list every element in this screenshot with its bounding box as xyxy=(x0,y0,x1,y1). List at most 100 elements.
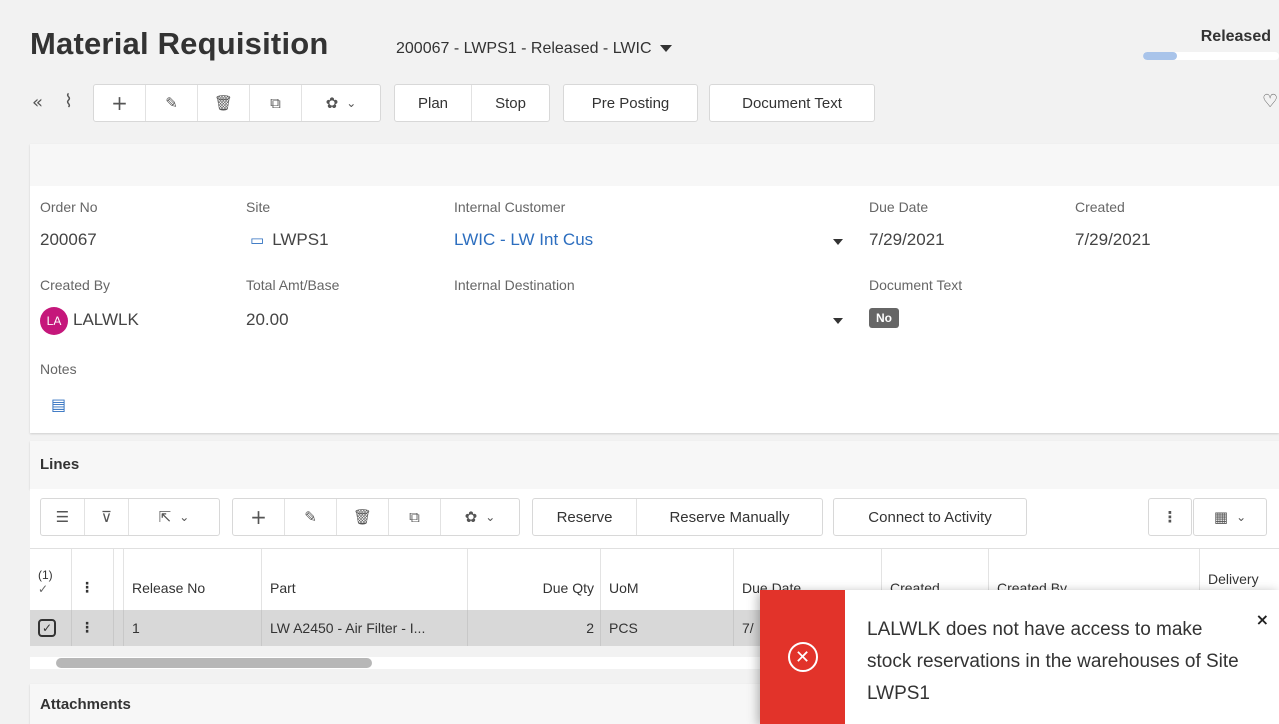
header-release-no[interactable]: Release No xyxy=(124,549,262,610)
lines-header: Lines xyxy=(30,441,1279,489)
plan-stop-group: Plan Stop xyxy=(394,84,550,122)
record-selector-label: 200067 - LWPS1 - Released - LWIC xyxy=(396,40,652,57)
toast-icon-strip: ✕ xyxy=(760,590,845,724)
ribbon-icon: ✿ xyxy=(325,94,339,112)
stop-button[interactable]: Stop xyxy=(472,85,549,121)
record-selector[interactable]: 200067 - LWPS1 - Released - LWIC xyxy=(396,40,672,58)
scrollbar-thumb[interactable] xyxy=(56,658,372,668)
status-progress-bar xyxy=(1143,52,1279,60)
created-label: Created xyxy=(1075,199,1125,215)
list-icon: ☰ xyxy=(55,508,70,526)
add-line-button[interactable]: + xyxy=(233,499,285,535)
selected-count: (1) xyxy=(38,568,53,582)
cell-due-qty: 2 xyxy=(468,610,601,646)
created-by-value: LALWLK xyxy=(73,310,139,329)
select-all-column[interactable]: (1) ✓ xyxy=(30,549,72,610)
duplicate-line-button[interactable]: ⧉ xyxy=(389,499,441,535)
heart-icon[interactable]: ♡ xyxy=(1262,91,1278,112)
filter-button[interactable]: ⊽ xyxy=(85,499,129,535)
more-options-button[interactable]: ⋮ xyxy=(1149,499,1191,535)
internal-customer-label: Internal Customer xyxy=(454,199,566,215)
record-actions-group: + ✎ 🗑 ⧉ ✿ ⌄ xyxy=(93,84,381,122)
error-toast: ✕ LALWLK does not have access to make st… xyxy=(760,590,1279,724)
more-actions-dropdown[interactable]: ✿ ⌄ xyxy=(302,85,380,121)
table-icon: ▦ xyxy=(1213,508,1229,526)
header-form-card: Order No 200067 Site ▭ LWPS1 Internal Cus… xyxy=(30,144,1279,433)
reserve-manually-button[interactable]: Reserve Manually xyxy=(637,499,822,535)
internal-customer-dropdown-icon[interactable] xyxy=(833,239,843,245)
delete-line-button[interactable]: 🗑 xyxy=(337,499,389,535)
created-value: 7/29/2021 xyxy=(1075,230,1151,249)
cell-part-link[interactable]: LW A2450 - Air Filter - I... xyxy=(262,610,468,646)
internal-customer-link[interactable]: LWIC - LW Int Cus xyxy=(454,230,593,250)
cell-uom-link[interactable]: PCS xyxy=(601,610,734,646)
chevron-down-icon: ⌄ xyxy=(179,510,190,524)
card-header-strip xyxy=(30,144,1279,186)
document-text-button[interactable]: Document Text xyxy=(710,85,874,121)
row-separator xyxy=(114,610,124,646)
edit-button[interactable]: ✎ xyxy=(146,85,198,121)
kebab-icon: ⋮ xyxy=(80,620,94,636)
order-no-label: Order No xyxy=(40,199,98,215)
paperclip-icon[interactable]: ⌇ xyxy=(64,91,73,112)
duplicate-button[interactable]: ⧉ xyxy=(250,85,302,121)
header-uom[interactable]: UoM xyxy=(601,549,734,610)
row-checkbox-cell[interactable]: ✓ xyxy=(30,610,72,646)
grid-settings-group: ▦ ⌄ xyxy=(1193,498,1267,536)
export-dropdown[interactable]: ⇱ ⌄ xyxy=(129,499,219,535)
page-header: Material Requisition 200067 - LWPS1 - Re… xyxy=(0,0,1279,136)
filter-icon: ⊽ xyxy=(101,508,112,526)
order-no-value: 200067 xyxy=(40,230,97,249)
reserve-group: Reserve Reserve Manually xyxy=(532,498,823,536)
due-date-label: Due Date xyxy=(869,199,929,215)
header-part[interactable]: Part xyxy=(262,549,468,610)
notes-icon[interactable]: ▤ xyxy=(51,395,66,414)
export-icon: ⇱ xyxy=(158,508,172,526)
delete-button[interactable]: 🗑 xyxy=(198,85,250,121)
lines-title: Lines xyxy=(40,456,80,473)
double-chevron-left-icon[interactable]: « xyxy=(32,92,43,113)
total-amt-label: Total Amt/Base xyxy=(246,277,340,293)
chevron-down-icon: ⌄ xyxy=(346,96,357,110)
attachments-title: Attachments xyxy=(40,696,131,713)
due-date-value: 7/29/2021 xyxy=(869,230,945,249)
list-view-group: ☰ ⊽ ⇱ ⌄ xyxy=(40,498,220,536)
column-menu-header[interactable]: ⋮ xyxy=(72,549,114,610)
row-menu-cell[interactable]: ⋮ xyxy=(72,610,114,646)
document-text-group: Document Text xyxy=(709,84,875,122)
notes-label: Notes xyxy=(40,361,77,377)
total-amt-value: 20.00 xyxy=(246,310,289,329)
lines-toolbar: ☰ ⊽ ⇱ ⌄ + ✎ 🗑 ⧉ ✿ ⌄ Reserve Reserve Manual… xyxy=(30,489,1279,548)
header-due-qty[interactable]: Due Qty xyxy=(468,549,601,610)
line-more-dropdown[interactable]: ✿ ⌄ xyxy=(441,499,519,535)
reserve-button[interactable]: Reserve xyxy=(533,499,637,535)
copy-icon: ⧉ xyxy=(270,94,281,112)
avatar: LA xyxy=(40,307,68,335)
pencil-icon: ✎ xyxy=(304,508,317,526)
caret-down-icon xyxy=(659,45,672,53)
trash-icon: 🗑 xyxy=(213,94,234,112)
add-button[interactable]: + xyxy=(94,85,146,121)
site-value[interactable]: ▭ LWPS1 xyxy=(250,230,329,250)
error-circle-x-icon: ✕ xyxy=(787,642,818,672)
site-text: LWPS1 xyxy=(272,230,329,249)
plus-icon: + xyxy=(111,91,128,115)
table-view-dropdown[interactable]: ▦ ⌄ xyxy=(1194,499,1266,535)
line-actions-group: + ✎ 🗑 ⧉ ✿ ⌄ xyxy=(232,498,520,536)
edit-line-button[interactable]: ✎ xyxy=(285,499,337,535)
status-label: Released xyxy=(1200,28,1271,45)
toast-message: LALWLK does not have access to make stoc… xyxy=(867,619,1239,704)
pre-posting-button[interactable]: Pre Posting xyxy=(564,85,697,121)
chevron-down-icon: ⌄ xyxy=(1236,510,1247,524)
checkmark-icon: ✓ xyxy=(38,582,49,596)
row-checkbox[interactable]: ✓ xyxy=(38,619,56,637)
column-chooser-button[interactable]: ☰ xyxy=(41,499,85,535)
plan-button[interactable]: Plan xyxy=(395,85,472,121)
more-menu-group: ⋮ xyxy=(1148,498,1192,536)
connect-to-activity-button[interactable]: Connect to Activity xyxy=(834,499,1026,535)
close-icon[interactable]: × xyxy=(1256,610,1269,629)
kebab-icon: ⋮ xyxy=(80,580,94,596)
status-progress-fill xyxy=(1143,52,1177,60)
internal-destination-dropdown-icon[interactable] xyxy=(833,318,843,324)
site-label: Site xyxy=(246,199,271,215)
